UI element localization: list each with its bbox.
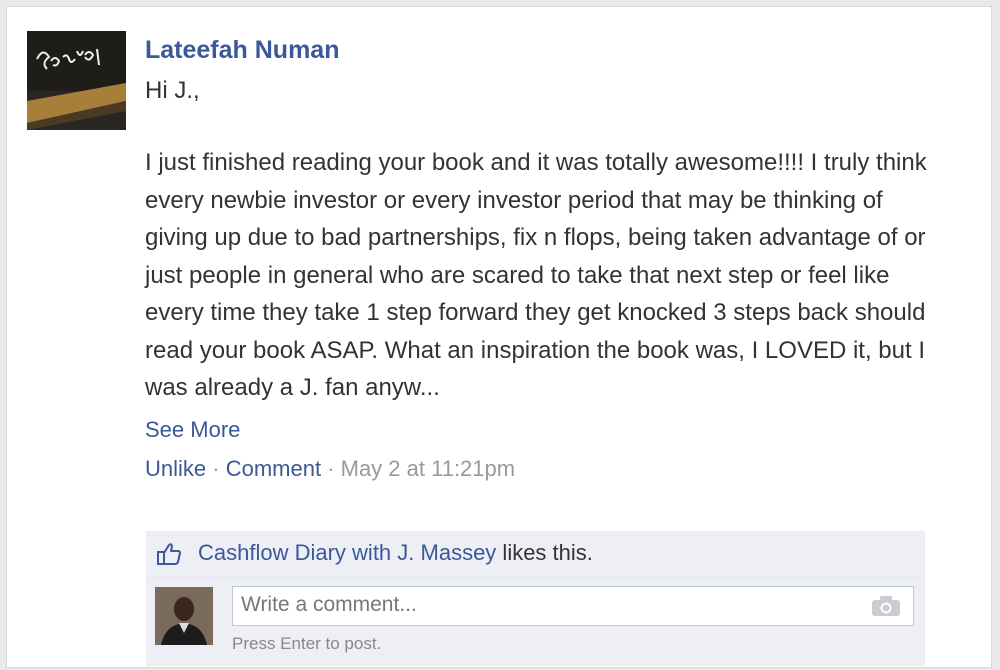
avatar-image	[27, 31, 126, 130]
timestamp[interactable]: May 2 at 11:21pm	[341, 456, 515, 481]
author-name[interactable]: Lateefah Numan	[145, 32, 945, 68]
commenter-photo	[155, 587, 213, 645]
post-actions: Unlike · Comment · May 2 at 11:21pm	[145, 453, 945, 485]
liker-link[interactable]: Cashflow Diary with J. Massey	[198, 540, 496, 565]
see-more-link[interactable]: See More	[145, 413, 945, 447]
press-enter-hint: Press Enter to post.	[232, 634, 382, 653]
separator: ·	[206, 455, 226, 481]
comment-field[interactable]	[232, 586, 914, 626]
comment-composer: Press Enter to post.	[146, 578, 925, 666]
post-greeting: Hi J.,	[145, 77, 200, 104]
comment-input[interactable]	[233, 587, 859, 623]
author-avatar[interactable]	[27, 31, 126, 130]
post-content: Lateefah Numan Hi J., I just finished re…	[145, 32, 945, 485]
camera-icon[interactable]	[871, 595, 901, 617]
commenter-avatar	[155, 587, 213, 645]
post-message: I just finished reading your book and it…	[145, 149, 927, 401]
comment-link[interactable]: Comment	[226, 456, 321, 481]
likes-text: Cashflow Diary with J. Massey likes this…	[198, 537, 593, 569]
thumbs-up-icon	[157, 543, 181, 565]
separator: ·	[321, 455, 341, 481]
unlike-link[interactable]: Unlike	[145, 456, 206, 481]
likes-suffix: likes this.	[496, 540, 593, 565]
likes-summary: Cashflow Diary with J. Massey likes this…	[146, 531, 925, 578]
